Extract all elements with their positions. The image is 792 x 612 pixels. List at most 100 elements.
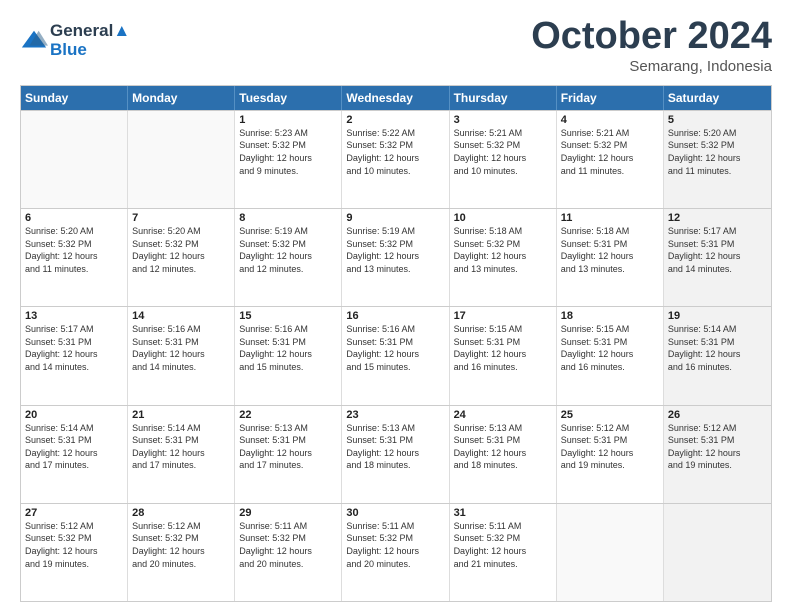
page: General▲ Blue October 2024 Semarang, Ind… [0, 0, 792, 612]
cell-info: Sunrise: 5:13 AM Sunset: 5:31 PM Dayligh… [239, 422, 337, 472]
day-number: 16 [346, 310, 444, 322]
calendar-week-row: 20Sunrise: 5:14 AM Sunset: 5:31 PM Dayli… [21, 405, 771, 503]
day-number: 7 [132, 212, 230, 224]
cell-info: Sunrise: 5:15 AM Sunset: 5:31 PM Dayligh… [561, 323, 659, 373]
cell-info: Sunrise: 5:12 AM Sunset: 5:31 PM Dayligh… [561, 422, 659, 472]
cell-info: Sunrise: 5:20 AM Sunset: 5:32 PM Dayligh… [132, 225, 230, 275]
cell-info: Sunrise: 5:16 AM Sunset: 5:31 PM Dayligh… [239, 323, 337, 373]
day-number: 5 [668, 114, 767, 126]
calendar-cell: 5Sunrise: 5:20 AM Sunset: 5:32 PM Daylig… [664, 111, 771, 208]
day-number: 9 [346, 212, 444, 224]
calendar-cell: 31Sunrise: 5:11 AM Sunset: 5:32 PM Dayli… [450, 504, 557, 601]
cell-info: Sunrise: 5:21 AM Sunset: 5:32 PM Dayligh… [454, 127, 552, 177]
day-number: 15 [239, 310, 337, 322]
cell-info: Sunrise: 5:11 AM Sunset: 5:32 PM Dayligh… [346, 520, 444, 570]
calendar-cell: 18Sunrise: 5:15 AM Sunset: 5:31 PM Dayli… [557, 307, 664, 404]
calendar-cell: 1Sunrise: 5:23 AM Sunset: 5:32 PM Daylig… [235, 111, 342, 208]
calendar-cell: 14Sunrise: 5:16 AM Sunset: 5:31 PM Dayli… [128, 307, 235, 404]
calendar-cell: 29Sunrise: 5:11 AM Sunset: 5:32 PM Dayli… [235, 504, 342, 601]
calendar-cell: 26Sunrise: 5:12 AM Sunset: 5:31 PM Dayli… [664, 406, 771, 503]
day-number: 23 [346, 409, 444, 421]
calendar-cell [128, 111, 235, 208]
logo-icon [20, 27, 48, 55]
calendar-cell [21, 111, 128, 208]
cell-info: Sunrise: 5:23 AM Sunset: 5:32 PM Dayligh… [239, 127, 337, 177]
calendar-header-cell: Thursday [450, 86, 557, 110]
day-number: 24 [454, 409, 552, 421]
cell-info: Sunrise: 5:14 AM Sunset: 5:31 PM Dayligh… [25, 422, 123, 472]
calendar-header-cell: Friday [557, 86, 664, 110]
day-number: 12 [668, 212, 767, 224]
day-number: 13 [25, 310, 123, 322]
cell-info: Sunrise: 5:19 AM Sunset: 5:32 PM Dayligh… [346, 225, 444, 275]
day-number: 28 [132, 507, 230, 519]
day-number: 22 [239, 409, 337, 421]
calendar-header-cell: Wednesday [342, 86, 449, 110]
calendar-cell: 23Sunrise: 5:13 AM Sunset: 5:31 PM Dayli… [342, 406, 449, 503]
logo-text-line1: General▲ [50, 22, 130, 41]
day-number: 2 [346, 114, 444, 126]
cell-info: Sunrise: 5:14 AM Sunset: 5:31 PM Dayligh… [668, 323, 767, 373]
calendar-week-row: 1Sunrise: 5:23 AM Sunset: 5:32 PM Daylig… [21, 110, 771, 208]
day-number: 10 [454, 212, 552, 224]
day-number: 31 [454, 507, 552, 519]
calendar-cell: 25Sunrise: 5:12 AM Sunset: 5:31 PM Dayli… [557, 406, 664, 503]
cell-info: Sunrise: 5:12 AM Sunset: 5:32 PM Dayligh… [25, 520, 123, 570]
calendar-cell: 12Sunrise: 5:17 AM Sunset: 5:31 PM Dayli… [664, 209, 771, 306]
day-number: 20 [25, 409, 123, 421]
logo: General▲ Blue [20, 22, 130, 59]
cell-info: Sunrise: 5:20 AM Sunset: 5:32 PM Dayligh… [25, 225, 123, 275]
cell-info: Sunrise: 5:22 AM Sunset: 5:32 PM Dayligh… [346, 127, 444, 177]
day-number: 11 [561, 212, 659, 224]
day-number: 18 [561, 310, 659, 322]
cell-info: Sunrise: 5:14 AM Sunset: 5:31 PM Dayligh… [132, 422, 230, 472]
calendar-cell: 22Sunrise: 5:13 AM Sunset: 5:31 PM Dayli… [235, 406, 342, 503]
day-number: 17 [454, 310, 552, 322]
calendar-cell: 10Sunrise: 5:18 AM Sunset: 5:32 PM Dayli… [450, 209, 557, 306]
cell-info: Sunrise: 5:16 AM Sunset: 5:31 PM Dayligh… [346, 323, 444, 373]
calendar-header-cell: Sunday [21, 86, 128, 110]
calendar-cell [557, 504, 664, 601]
day-number: 1 [239, 114, 337, 126]
day-number: 6 [25, 212, 123, 224]
location: Semarang, Indonesia [531, 58, 772, 75]
calendar-cell: 27Sunrise: 5:12 AM Sunset: 5:32 PM Dayli… [21, 504, 128, 601]
cell-info: Sunrise: 5:13 AM Sunset: 5:31 PM Dayligh… [346, 422, 444, 472]
cell-info: Sunrise: 5:18 AM Sunset: 5:31 PM Dayligh… [561, 225, 659, 275]
calendar-header-cell: Monday [128, 86, 235, 110]
calendar-cell: 13Sunrise: 5:17 AM Sunset: 5:31 PM Dayli… [21, 307, 128, 404]
calendar-cell: 20Sunrise: 5:14 AM Sunset: 5:31 PM Dayli… [21, 406, 128, 503]
day-number: 26 [668, 409, 767, 421]
header: General▲ Blue October 2024 Semarang, Ind… [20, 16, 772, 75]
cell-info: Sunrise: 5:15 AM Sunset: 5:31 PM Dayligh… [454, 323, 552, 373]
cell-info: Sunrise: 5:19 AM Sunset: 5:32 PM Dayligh… [239, 225, 337, 275]
calendar-cell: 24Sunrise: 5:13 AM Sunset: 5:31 PM Dayli… [450, 406, 557, 503]
calendar-header-cell: Saturday [664, 86, 771, 110]
cell-info: Sunrise: 5:11 AM Sunset: 5:32 PM Dayligh… [239, 520, 337, 570]
calendar-cell: 30Sunrise: 5:11 AM Sunset: 5:32 PM Dayli… [342, 504, 449, 601]
calendar-week-row: 13Sunrise: 5:17 AM Sunset: 5:31 PM Dayli… [21, 306, 771, 404]
cell-info: Sunrise: 5:21 AM Sunset: 5:32 PM Dayligh… [561, 127, 659, 177]
calendar-body: 1Sunrise: 5:23 AM Sunset: 5:32 PM Daylig… [21, 110, 771, 601]
day-number: 30 [346, 507, 444, 519]
cell-info: Sunrise: 5:12 AM Sunset: 5:31 PM Dayligh… [668, 422, 767, 472]
day-number: 4 [561, 114, 659, 126]
calendar-cell: 15Sunrise: 5:16 AM Sunset: 5:31 PM Dayli… [235, 307, 342, 404]
cell-info: Sunrise: 5:13 AM Sunset: 5:31 PM Dayligh… [454, 422, 552, 472]
cell-info: Sunrise: 5:20 AM Sunset: 5:32 PM Dayligh… [668, 127, 767, 177]
cell-info: Sunrise: 5:16 AM Sunset: 5:31 PM Dayligh… [132, 323, 230, 373]
day-number: 21 [132, 409, 230, 421]
day-number: 3 [454, 114, 552, 126]
calendar-cell: 9Sunrise: 5:19 AM Sunset: 5:32 PM Daylig… [342, 209, 449, 306]
day-number: 8 [239, 212, 337, 224]
calendar-cell: 8Sunrise: 5:19 AM Sunset: 5:32 PM Daylig… [235, 209, 342, 306]
day-number: 29 [239, 507, 337, 519]
calendar-cell: 16Sunrise: 5:16 AM Sunset: 5:31 PM Dayli… [342, 307, 449, 404]
calendar: SundayMondayTuesdayWednesdayThursdayFrid… [20, 85, 772, 602]
cell-info: Sunrise: 5:18 AM Sunset: 5:32 PM Dayligh… [454, 225, 552, 275]
cell-info: Sunrise: 5:11 AM Sunset: 5:32 PM Dayligh… [454, 520, 552, 570]
calendar-cell: 4Sunrise: 5:21 AM Sunset: 5:32 PM Daylig… [557, 111, 664, 208]
calendar-cell [664, 504, 771, 601]
calendar-week-row: 27Sunrise: 5:12 AM Sunset: 5:32 PM Dayli… [21, 503, 771, 601]
day-number: 25 [561, 409, 659, 421]
